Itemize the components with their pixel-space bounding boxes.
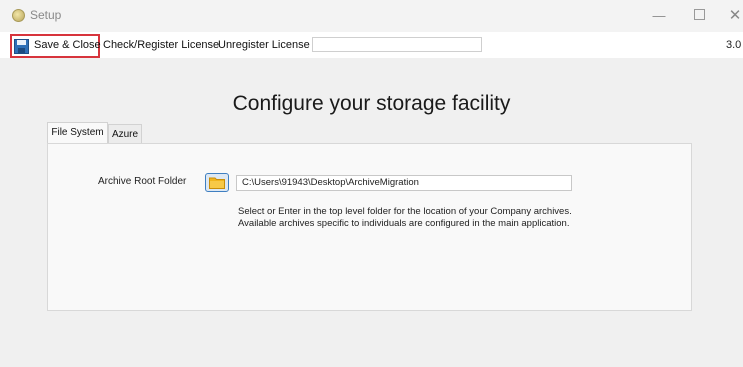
tab-file-system[interactable]: File System [47,122,108,144]
window-title: Setup [30,8,62,22]
maximize-button[interactable] [688,6,710,26]
license-key-input[interactable] [312,37,482,52]
version-label: 3.0 [726,39,742,51]
check-register-license-button[interactable]: Check/Register License [103,39,219,51]
floppy-disk-icon [14,39,29,54]
help-text-line: Select or Enter in the top level folder … [238,206,572,217]
page-title: Configure your storage facility [232,92,511,115]
archive-root-folder-input[interactable]: C:\Users\91943\Desktop\ArchiveMigration [236,175,572,191]
title-bar: Setup — ✕ [0,0,743,32]
close-button[interactable]: ✕ [724,6,743,26]
minimize-button[interactable]: — [648,6,670,26]
save-and-close-label: Save & Close [34,39,101,51]
maximize-icon [693,9,705,20]
archive-root-folder-label: Archive Root Folder [98,176,187,187]
folder-icon [209,177,225,189]
browse-folder-button[interactable] [205,173,229,192]
save-and-close-button[interactable]: Save & Close [10,34,101,58]
tab-azure[interactable]: Azure [108,124,142,143]
app-icon [12,9,25,22]
unregister-license-button[interactable]: Unregister License [218,39,310,51]
help-text-line: Available archives specific to individua… [238,218,570,229]
help-text: Select or Enter in the top level folder … [238,206,572,230]
